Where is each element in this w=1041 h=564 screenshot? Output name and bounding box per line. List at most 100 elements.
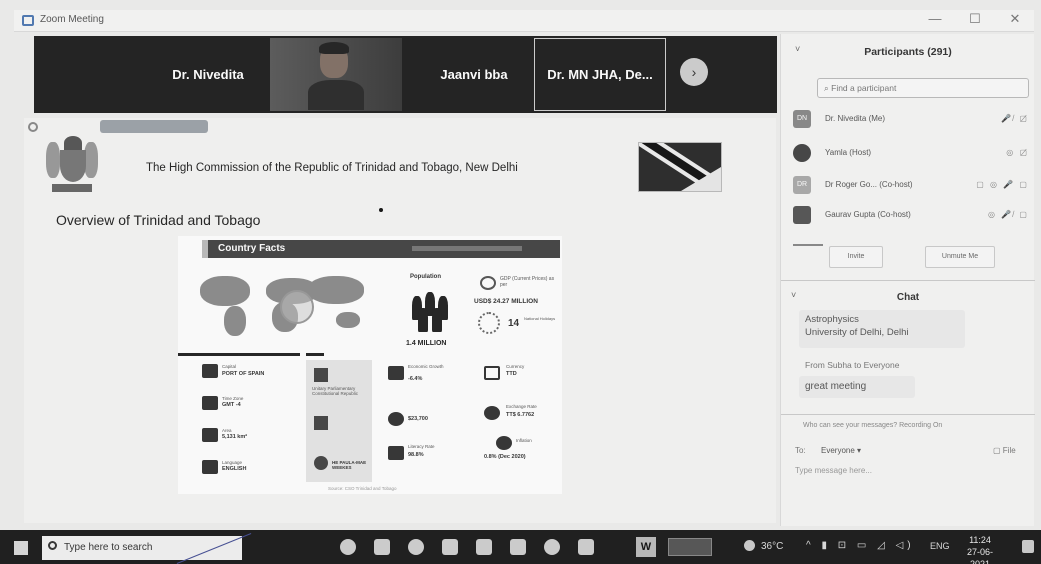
infographic-header: Country Facts — [202, 240, 560, 258]
chevron-right-icon: › — [691, 64, 697, 80]
divider — [781, 414, 1035, 415]
search-icon — [48, 541, 57, 550]
clock-date: 27-06-2021 — [966, 547, 993, 564]
population-label: Population — [410, 274, 441, 280]
recording-notice[interactable]: Who can see your messages? Recording On — [803, 422, 1031, 429]
currency-icon — [484, 366, 500, 380]
participants-heading: Participants (291) — [864, 46, 952, 58]
participant-name: Dr Roger Go... (Co-host) — [825, 180, 913, 189]
pen-stroke — [176, 533, 252, 564]
participant-video-tile[interactable] — [270, 38, 402, 111]
clock-icon — [202, 396, 218, 410]
participant-row[interactable]: Yamla (Host) ◎ ▢̸ — [793, 142, 1029, 164]
speaker-strip: Dr. Nivedita Jaanvi bba Dr. MN JHA, De..… — [34, 36, 777, 113]
mic-video-icons[interactable]: ◎ 🎤̸ ▢ — [988, 210, 1029, 219]
language-indicator[interactable]: ENG — [930, 541, 950, 551]
view-options-icon[interactable] — [28, 122, 38, 132]
share-status-pill[interactable] — [100, 120, 208, 133]
mouse-cursor — [379, 208, 383, 212]
participant-tile-name: Dr. MN JHA, De... — [547, 67, 653, 82]
window-controls: — ☐ ✕ — [924, 11, 1026, 27]
divider — [178, 353, 300, 356]
shared-screen: The High Commission of the Republic of T… — [24, 118, 776, 523]
language-value: ENGLISH — [222, 466, 247, 472]
literacy-label: Literacy Rate — [408, 444, 435, 449]
mic-video-icons[interactable]: 🎤̸ ▢̸ — [1001, 114, 1029, 123]
avatar — [793, 144, 811, 162]
close-button[interactable]: ✕ — [1004, 11, 1026, 27]
world-map-icon — [196, 272, 366, 342]
zoom-icon[interactable] — [578, 539, 594, 555]
growth-label: Economic Growth — [408, 364, 444, 369]
taskbar-window-thumbnail[interactable] — [668, 538, 712, 556]
avatar: DR — [793, 176, 811, 194]
taskbar-search[interactable]: Type here to search — [42, 533, 252, 564]
clock-time: 11:24 — [969, 535, 991, 545]
weather-widget[interactable]: 36°C — [744, 540, 783, 552]
capital-icon — [202, 364, 218, 378]
invite-button[interactable]: Invite — [829, 246, 883, 268]
unmute-me-button[interactable]: Unmute Me — [925, 246, 995, 268]
participant-name: Gaurav Gupta (Co-host) — [825, 210, 911, 219]
participant-row[interactable]: Gaurav Gupta (Co-host) ◎ 🎤̸ ▢ — [793, 204, 1029, 226]
chat-heading: Chat — [896, 292, 920, 303]
mail-icon[interactable] — [510, 539, 526, 555]
population-icon — [408, 286, 454, 336]
exchange-label: Exchange Rate — [506, 404, 537, 409]
participant-search-input[interactable]: ⌕ Find a participant — [817, 78, 1029, 98]
taskbar: Type here to search W 36°C ^ ▮ ⊡ ▭ ◿ ◁) … — [0, 530, 1041, 564]
holidays-label: National Holidays — [524, 316, 556, 321]
capital-label: Capital — [222, 364, 237, 369]
participant-row[interactable]: DR Dr Roger Go... (Co-host) ▢ ◎ 🎤 ▢ — [793, 174, 1029, 196]
holidays-number: 14 — [508, 318, 520, 329]
country-facts-infographic: Country Facts Population 1.4 MILLION GDP… — [178, 236, 562, 494]
participant-tile-name: Jaanvi bba — [440, 67, 508, 82]
literacy-icon — [388, 446, 404, 460]
participant-tile-name: Dr. Nivedita — [172, 67, 244, 82]
word-icon[interactable]: W — [636, 537, 656, 557]
edge-icon[interactable] — [408, 539, 424, 555]
participant-row[interactable]: DN Dr. Nivedita (Me) 🎤̸ ▢̸ — [793, 108, 1029, 130]
system-tray-icons[interactable]: ^ ▮ ⊡ ▭ ◿ ◁) — [806, 540, 915, 551]
participant-name: Yamla (Host) — [825, 148, 872, 157]
timezone-label: Time Zone — [222, 396, 244, 401]
person-icon — [314, 456, 328, 470]
chrome-icon[interactable] — [544, 539, 560, 555]
participant-tile-jaanvi[interactable]: Jaanvi bba — [414, 38, 534, 111]
clock[interactable]: 11:24 27-06-2021 — [957, 534, 1003, 564]
area-icon — [202, 428, 218, 442]
chat-message: Astrophysics University of Delhi, Delhi — [799, 310, 965, 348]
task-view-icon[interactable] — [374, 539, 390, 555]
participant-name: Dr. Nivedita (Me) — [825, 114, 886, 123]
search-placeholder: Find a participant — [831, 83, 897, 93]
government-box: Unitary Parliamentary Constitutional Rep… — [306, 360, 372, 482]
area-value: 5,131 km² — [222, 434, 248, 440]
participant-tile-mn-jha[interactable]: Dr. MN JHA, De... — [534, 38, 666, 111]
next-page-button[interactable]: › — [680, 58, 708, 86]
file-button[interactable]: ▢ File — [993, 446, 1016, 455]
coat-of-arms-icon — [46, 136, 98, 194]
participant-tile-nivedita[interactable]: Dr. Nivedita — [152, 38, 264, 111]
windows-start-icon[interactable] — [14, 541, 28, 555]
mic-video-icons[interactable]: ▢ ◎ 🎤 ▢ — [976, 180, 1029, 189]
image-app-icon[interactable] — [442, 539, 458, 555]
population-value: 1.4 MILLION — [406, 340, 447, 347]
infographic-title: Country Facts — [218, 243, 286, 254]
gdp-value: USD$ 24.27 MILLION — [474, 298, 538, 305]
exchange-icon — [484, 406, 500, 420]
title-bar: Zoom Meeting — ☐ ✕ — [14, 10, 1034, 32]
literacy-value: 98.8% — [408, 452, 424, 458]
maximize-button[interactable]: ☐ — [964, 11, 986, 27]
growth-value: -6.4% — [408, 376, 423, 382]
chat-input[interactable]: Type message here... — [795, 466, 872, 475]
currency-label: Currency — [506, 364, 525, 369]
language-icon — [202, 460, 218, 474]
store-icon[interactable] — [476, 539, 492, 555]
recipient-select[interactable]: Everyone ▾ — [821, 446, 861, 455]
cortana-icon[interactable] — [340, 539, 356, 555]
currency-value: TTD — [506, 371, 517, 377]
minimize-button[interactable]: — — [924, 11, 946, 27]
avatar — [793, 206, 811, 224]
mic-video-icons[interactable]: ◎ ▢̸ — [1006, 148, 1029, 157]
notification-icon[interactable] — [1022, 540, 1034, 553]
